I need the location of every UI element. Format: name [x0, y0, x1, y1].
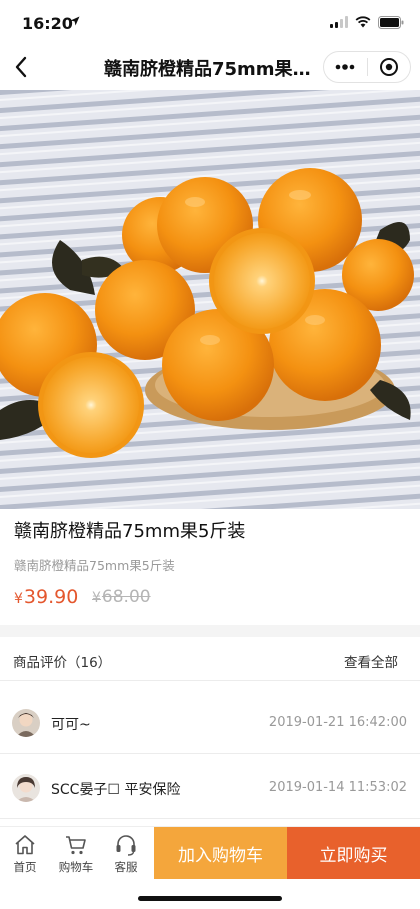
product-image[interactable]	[0, 90, 420, 509]
review-item[interactable]: 可可~ 2019-01-21 16:42:00	[0, 692, 420, 754]
current-price: ¥39.90	[14, 586, 78, 608]
status-bar: 16:20	[0, 0, 420, 44]
close-circle-icon	[379, 58, 398, 76]
cart-icon	[66, 836, 86, 855]
location-arrow-icon	[70, 16, 80, 26]
cart-label: 购物车	[58, 860, 94, 874]
status-time: 16:20	[22, 14, 73, 33]
home-icon	[15, 835, 35, 855]
more-dots-icon	[335, 64, 355, 70]
close-mini-program-button[interactable]	[367, 52, 410, 82]
customer-service-button[interactable]: 客服	[104, 827, 148, 879]
wifi-icon	[355, 16, 371, 28]
avatar	[12, 709, 40, 737]
cart-button[interactable]: 购物车	[54, 827, 98, 879]
original-currency-symbol: ¥	[92, 590, 101, 606]
back-arrow-icon	[15, 56, 27, 78]
product-subtitle: 赣南脐橙精品75mm果5斤装	[14, 558, 175, 573]
nav-bar: 赣南脐橙精品75mm果5斤装	[0, 44, 420, 90]
bottom-action-bar: 首页 购物车 客服 加入购物车 立即购买	[0, 826, 420, 879]
reviews-title: 商品评价（16）	[13, 655, 112, 671]
add-to-cart-button[interactable]: 加入购物车	[154, 827, 287, 879]
service-label: 客服	[114, 860, 138, 874]
buy-now-button[interactable]: 立即购买	[287, 827, 420, 879]
page-title: 赣南脐橙精品75mm果5斤装	[104, 59, 316, 80]
review-item[interactable]: SCC晏子☐ 平安保险 2019-01-14 11:53:02	[0, 757, 420, 819]
avatar	[12, 774, 40, 802]
price-value: 39.90	[23, 586, 79, 608]
mini-program-capsule	[323, 51, 411, 83]
currency-symbol: ¥	[14, 591, 23, 607]
reviewer-name: SCC晏子☐ 平安保险	[51, 782, 181, 798]
review-time: 2019-01-21 16:42:00	[268, 715, 407, 730]
back-button[interactable]	[6, 52, 36, 82]
section-divider	[0, 625, 420, 637]
headset-icon	[116, 835, 136, 856]
signal-icon	[330, 16, 348, 28]
status-icons	[330, 15, 404, 29]
home-label: 首页	[13, 860, 37, 874]
battery-icon	[378, 15, 404, 29]
reviews-header: 商品评价（16） 查看全部	[0, 637, 420, 681]
review-time: 2019-01-14 11:53:02	[268, 780, 407, 795]
reviewer-name: 可可~	[51, 717, 91, 733]
home-indicator	[138, 896, 282, 901]
original-price-value: 68.00	[101, 587, 151, 607]
product-name: 赣南脐橙精品75mm果5斤装	[14, 521, 246, 542]
home-button[interactable]: 首页	[3, 827, 47, 879]
view-all-reviews-link[interactable]: 查看全部	[344, 651, 398, 671]
more-button[interactable]	[324, 52, 367, 82]
original-price: ¥68.00	[92, 587, 151, 607]
